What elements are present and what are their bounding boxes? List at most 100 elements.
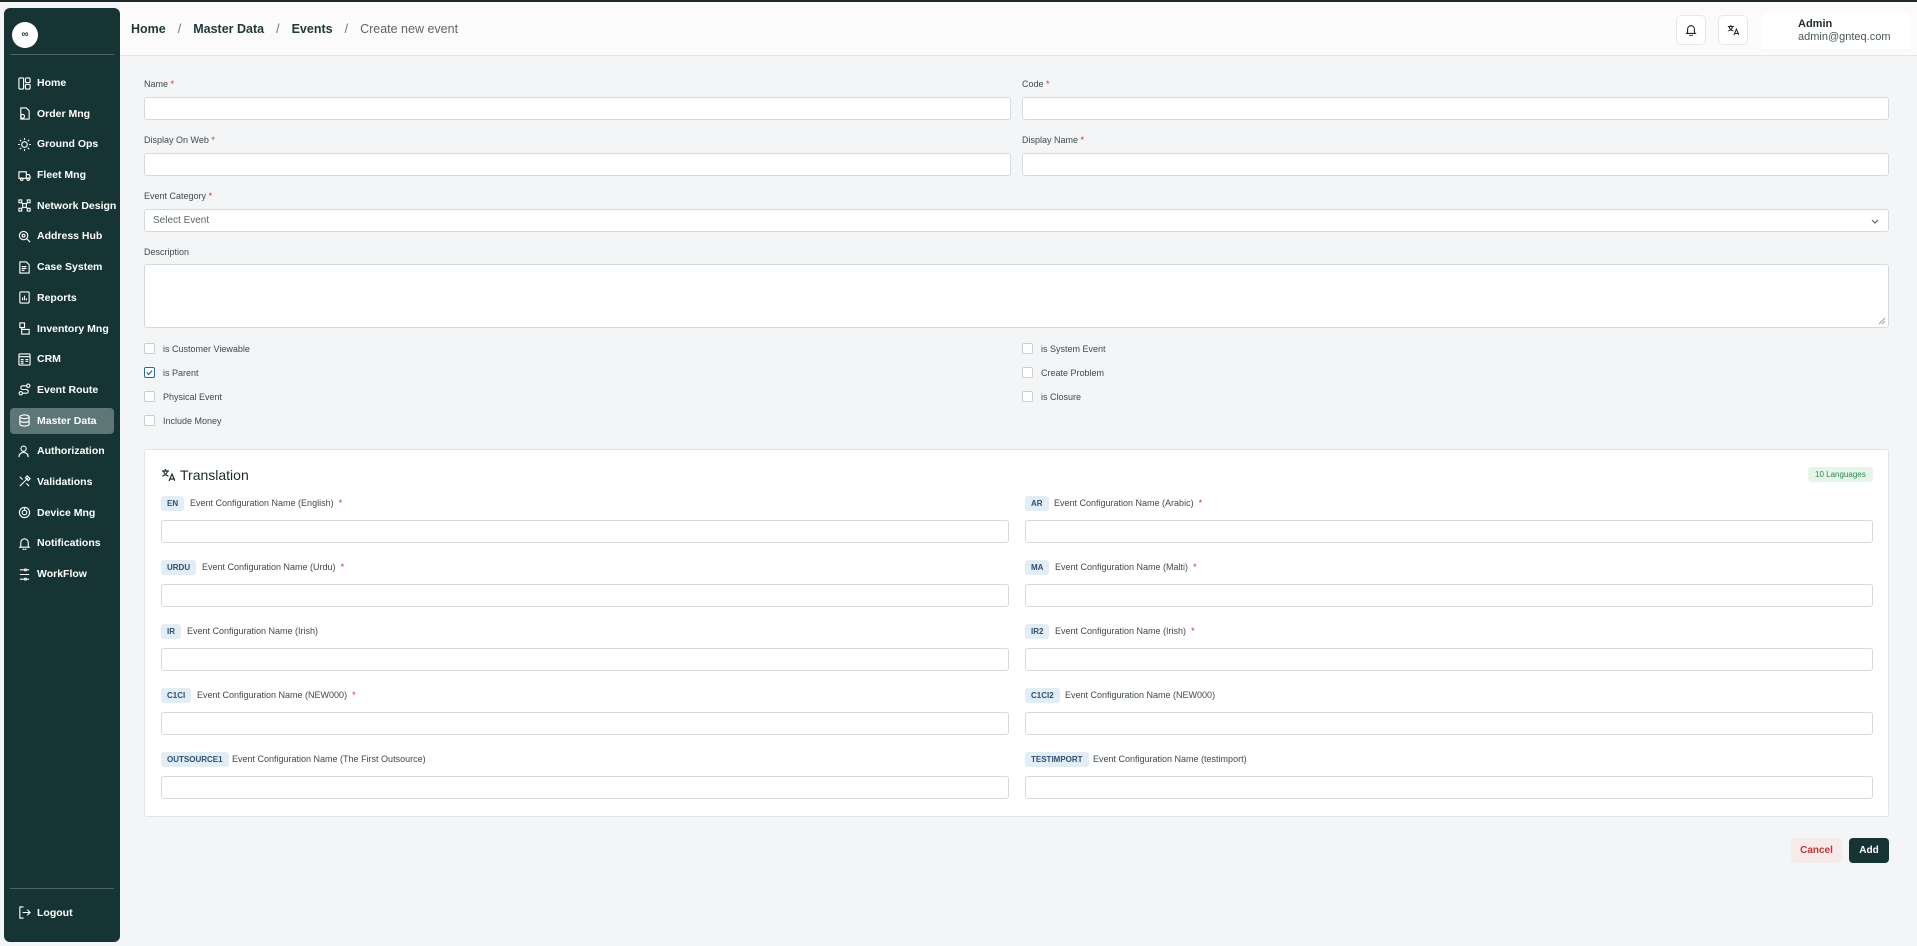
breadcrumb-home[interactable]: Home bbox=[131, 22, 166, 36]
database-icon bbox=[19, 414, 30, 427]
checkbox-label: Include Money bbox=[163, 415, 222, 426]
lang-code-tag: TESTIMPORT bbox=[1025, 752, 1089, 767]
case-icon bbox=[19, 260, 30, 274]
translation-input-c1ci[interactable] bbox=[161, 712, 1009, 735]
user-profile[interactable]: Admin admin@gnteq.com bbox=[1761, 13, 1911, 49]
sidebar-item-order-mng[interactable]: Order Mng bbox=[10, 101, 114, 127]
breadcrumb-current: Create new event bbox=[360, 22, 459, 36]
device-icon bbox=[18, 506, 31, 519]
sidebar-item-workflow[interactable]: WorkFlow bbox=[10, 561, 114, 587]
notifications-button[interactable] bbox=[1676, 15, 1706, 45]
customer-viewable-checkbox[interactable]: is Customer Viewable bbox=[144, 343, 250, 354]
translation-input-urdu[interactable] bbox=[161, 584, 1009, 607]
translation-field-label: Event Configuration Name (NEW000) * bbox=[197, 690, 356, 700]
sidebar-item-network-design[interactable]: Network Design bbox=[10, 193, 117, 219]
checkbox-box[interactable] bbox=[144, 343, 155, 354]
sidebar-divider bbox=[10, 888, 114, 889]
language-button[interactable] bbox=[1718, 15, 1748, 45]
sidebar-item-authorization[interactable]: Authorization bbox=[10, 438, 114, 464]
is-parent-checkbox[interactable]: is Parent bbox=[144, 367, 199, 378]
logout-button[interactable]: Logout bbox=[18, 906, 73, 919]
checkbox-label: Create Problem bbox=[1041, 367, 1105, 378]
translation-input-ma[interactable] bbox=[1025, 584, 1873, 607]
sidebar-item-address-hub[interactable]: Address Hub bbox=[10, 223, 114, 249]
checkbox-label: is Customer Viewable bbox=[163, 343, 250, 354]
bell-icon bbox=[18, 538, 31, 550]
sidebar-item-notifications[interactable]: Notifications bbox=[10, 530, 114, 556]
checkbox-box[interactable] bbox=[144, 367, 155, 378]
include-money-checkbox[interactable]: Include Money bbox=[144, 415, 222, 426]
checkbox-box[interactable] bbox=[1022, 367, 1033, 378]
sidebar-item-label: Authorization bbox=[37, 445, 105, 458]
checkbox-box[interactable] bbox=[1022, 343, 1033, 354]
sidebar-item-event-route[interactable]: Event Route bbox=[10, 377, 114, 403]
top-header: Home / Master Data / Events / Create new… bbox=[120, 2, 1917, 56]
description-textarea[interactable] bbox=[144, 264, 1889, 328]
sidebar-item-label: Inventory Mng bbox=[37, 322, 109, 335]
checkbox-box[interactable] bbox=[144, 415, 155, 426]
translation-field-label: Event Configuration Name (testimport) bbox=[1093, 754, 1247, 764]
check-icon bbox=[146, 370, 153, 376]
translation-field-label: Event Configuration Name (The First Outs… bbox=[232, 754, 426, 764]
physical-event-checkbox[interactable]: Physical Event bbox=[144, 391, 222, 402]
event-category-select[interactable]: Select Event bbox=[144, 209, 1889, 232]
sidebar-item-master-data[interactable]: Master Data bbox=[10, 407, 114, 434]
translation-input-outsource1[interactable] bbox=[161, 776, 1009, 799]
sidebar-nav: Home Order Mng Ground Ops Fleet Mng Netw… bbox=[10, 70, 117, 592]
create-problem-checkbox[interactable]: Create Problem bbox=[1022, 367, 1104, 378]
translation-input-testimport[interactable] bbox=[1025, 776, 1873, 799]
sidebar-item-label: Case System bbox=[37, 261, 103, 274]
sidebar-item-label: Validations bbox=[37, 475, 93, 488]
sidebar-item-device-mng[interactable]: Device Mng bbox=[10, 500, 114, 526]
translation-input-ar[interactable] bbox=[1025, 520, 1873, 543]
is-closure-checkbox[interactable]: is Closure bbox=[1022, 391, 1081, 402]
sidebar-item-crm[interactable]: CRM bbox=[10, 346, 114, 372]
translation-input-ir2[interactable] bbox=[1025, 648, 1873, 671]
cancel-button[interactable]: Cancel bbox=[1791, 838, 1842, 863]
translation-input-c1ci2[interactable] bbox=[1025, 712, 1873, 735]
sidebar-item-inventory-mng[interactable]: Inventory Mng bbox=[10, 316, 114, 342]
breadcrumb-separator: / bbox=[177, 22, 182, 36]
display-on-web-input[interactable] bbox=[144, 153, 1011, 176]
lang-code-tag: IR bbox=[161, 624, 181, 639]
sidebar-item-home[interactable]: Home bbox=[10, 70, 114, 96]
sidebar-item-case-system[interactable]: Case System bbox=[10, 254, 114, 280]
sidebar-item-label: Address Hub bbox=[37, 230, 103, 243]
checkbox-box[interactable] bbox=[144, 391, 155, 402]
sidebar-item-label: Event Route bbox=[37, 383, 99, 396]
system-event-checkbox[interactable]: is System Event bbox=[1022, 343, 1106, 354]
code-input[interactable] bbox=[1022, 97, 1889, 120]
home-icon bbox=[18, 76, 31, 90]
breadcrumb-events[interactable]: Events bbox=[292, 22, 333, 36]
network-icon bbox=[18, 199, 31, 212]
translate-icon bbox=[162, 469, 175, 482]
ground-ops-icon bbox=[18, 137, 31, 151]
translation-title: Translation bbox=[180, 467, 249, 483]
sidebar-item-ground-ops[interactable]: Ground Ops bbox=[10, 131, 114, 157]
display-name-input[interactable] bbox=[1022, 153, 1889, 176]
translation-input-en[interactable] bbox=[161, 520, 1009, 543]
sidebar-item-label: Home bbox=[37, 77, 67, 89]
sidebar-item-reports[interactable]: Reports bbox=[10, 285, 114, 311]
description-label: Description bbox=[144, 247, 190, 257]
user-email: admin@gnteq.com bbox=[1798, 31, 1891, 43]
add-button[interactable]: Add bbox=[1849, 838, 1889, 863]
crm-icon bbox=[18, 353, 31, 366]
translation-input-ir[interactable] bbox=[161, 648, 1009, 671]
sidebar-item-fleet-mng[interactable]: Fleet Mng bbox=[10, 162, 114, 188]
resize-handle-icon[interactable] bbox=[1878, 317, 1886, 325]
sidebar-item-validations[interactable]: Validations bbox=[10, 469, 114, 495]
lang-code-tag: URDU bbox=[161, 560, 197, 575]
translate-icon bbox=[1727, 24, 1739, 36]
user-name: Admin bbox=[1798, 18, 1833, 30]
lang-code-tag: C1CI bbox=[161, 688, 192, 703]
order-icon bbox=[20, 107, 30, 120]
name-input[interactable] bbox=[144, 97, 1011, 120]
sidebar-item-label: Network Design bbox=[37, 199, 117, 212]
app-logo[interactable]: ∞ bbox=[12, 22, 38, 48]
display-on-web-label: Display On Web * bbox=[144, 135, 215, 145]
checkbox-box[interactable] bbox=[1022, 391, 1033, 402]
sidebar-item-label: Master Data bbox=[37, 414, 97, 427]
checkbox-label: is System Event bbox=[1041, 343, 1106, 354]
breadcrumb-master-data[interactable]: Master Data bbox=[193, 22, 264, 36]
